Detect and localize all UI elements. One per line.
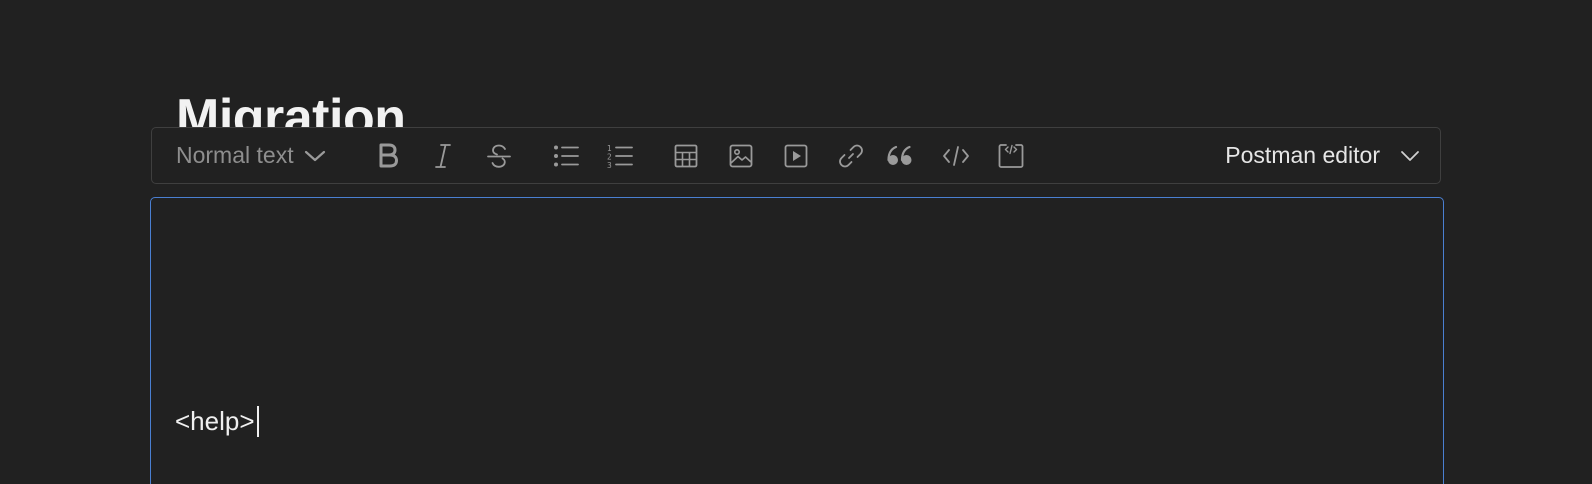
numbered-list-button[interactable]: 123 xyxy=(604,128,636,183)
strikethrough-icon xyxy=(486,143,512,169)
quote-button[interactable] xyxy=(883,128,917,183)
image-button[interactable] xyxy=(725,128,757,183)
image-icon xyxy=(729,144,753,168)
table-button[interactable] xyxy=(670,128,702,183)
video-button[interactable] xyxy=(780,128,812,183)
editor-mode-dropdown[interactable]: Postman editor xyxy=(1225,128,1420,183)
inline-code-button[interactable] xyxy=(939,128,973,183)
bold-icon xyxy=(377,143,399,169)
code-block-icon xyxy=(998,143,1024,169)
chevron-down-icon xyxy=(1400,150,1420,162)
text-style-dropdown[interactable]: Normal text xyxy=(176,128,326,183)
text-caret xyxy=(256,406,259,437)
bulleted-list-icon xyxy=(553,144,579,168)
svg-text:3: 3 xyxy=(607,161,612,168)
chevron-down-icon xyxy=(304,149,326,163)
code-icon xyxy=(942,144,970,168)
link-icon xyxy=(838,143,864,169)
italic-button[interactable] xyxy=(428,128,458,183)
editor-content-line[interactable]: <help> xyxy=(175,406,259,437)
description-editor[interactable]: <help> xyxy=(150,197,1444,484)
bulleted-list-button[interactable] xyxy=(550,128,582,183)
strikethrough-button[interactable] xyxy=(482,128,516,183)
description-editor-page: Migration Normal text 1 2 3 Postman edit… xyxy=(0,0,1592,484)
editor-mode-label: Postman editor xyxy=(1225,142,1380,168)
link-button[interactable] xyxy=(835,128,867,183)
editor-text: <help> xyxy=(175,406,255,436)
code-block-button[interactable] xyxy=(995,128,1027,183)
italic-icon xyxy=(433,143,453,169)
text-style-label: Normal text xyxy=(176,142,294,168)
numbered-list-icon: 123 xyxy=(607,144,633,168)
video-icon xyxy=(784,144,808,168)
quote-icon xyxy=(887,145,913,167)
formatting-toolbar: Normal text 123 Postman editor xyxy=(151,127,1441,184)
table-icon xyxy=(674,144,698,168)
bold-button[interactable] xyxy=(372,128,404,183)
